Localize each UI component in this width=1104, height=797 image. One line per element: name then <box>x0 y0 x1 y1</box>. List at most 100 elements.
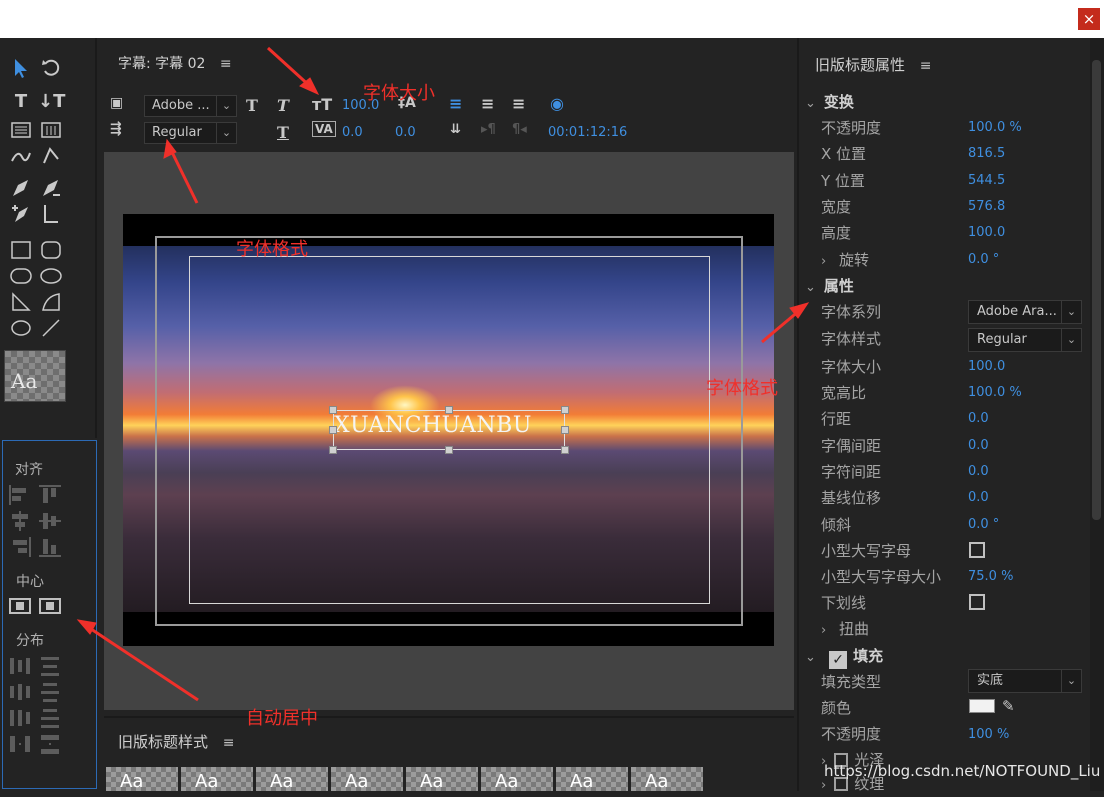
small-caps-checkbox[interactable] <box>969 542 985 558</box>
font-family-select[interactable]: Adobe Ara... ⌄ <box>968 300 1082 324</box>
vertical-path-type-tool-icon[interactable] <box>38 144 64 168</box>
transform-row-value[interactable]: 0.0 ° <box>968 252 999 267</box>
center-horizontally-icon[interactable] <box>9 596 31 616</box>
resize-handle[interactable] <box>445 406 453 414</box>
font-style-select[interactable]: Regular ⌄ <box>968 328 1082 352</box>
attribute-row-value[interactable]: 0.0 <box>968 464 989 479</box>
align-left-text-icon[interactable]: ≡ <box>449 94 462 113</box>
eyedropper-icon[interactable]: ✎ <box>1002 697 1015 715</box>
distribute-top-icon[interactable] <box>39 656 61 676</box>
align-top-icon[interactable] <box>39 485 61 505</box>
center-vertically-icon[interactable] <box>39 596 61 616</box>
rotation-row[interactable]: › 旋转 <box>821 249 869 270</box>
ellipse-tool-icon[interactable] <box>8 316 34 340</box>
clipped-corner-rectangle-tool-icon[interactable] <box>8 264 34 288</box>
timecode-value[interactable]: 00:01:12:16 <box>548 125 627 140</box>
style-thumbnail[interactable]: Aa <box>181 767 253 792</box>
resize-handle[interactable] <box>329 426 337 434</box>
distribute-horizontal-spacing-icon[interactable] <box>9 734 31 754</box>
style-thumbnail[interactable]: Aa <box>631 767 703 792</box>
resize-handle[interactable] <box>561 446 569 454</box>
add-anchor-tool-icon[interactable] <box>8 202 34 226</box>
align-center-text-icon[interactable]: ≡ <box>481 94 494 113</box>
close-button[interactable]: × <box>1078 8 1100 30</box>
resize-handle[interactable] <box>329 446 337 454</box>
tracking-value[interactable]: 0.0 <box>395 125 416 140</box>
align-bottom-icon[interactable] <box>39 537 61 557</box>
resize-handle[interactable] <box>329 406 337 414</box>
rectangle-tool-icon[interactable] <box>8 238 34 262</box>
underline-icon[interactable]: T <box>277 123 289 142</box>
transform-row-value[interactable]: 544.5 <box>968 173 1005 188</box>
panel-menu-icon[interactable]: ≡ <box>220 56 232 72</box>
align-left-icon[interactable] <box>9 485 31 505</box>
align-right-text-icon[interactable]: ≡ <box>512 94 525 113</box>
style-thumbnail[interactable]: Aa <box>106 767 178 792</box>
panel-menu-icon[interactable]: ≡ <box>223 735 235 751</box>
area-type-tool-icon[interactable] <box>8 118 34 142</box>
rounded-rectangle-tool-icon[interactable] <box>38 238 64 262</box>
tab-stops-icon[interactable]: ⇶ <box>110 121 122 137</box>
style-thumbnail[interactable]: Aa <box>256 767 328 792</box>
align-vertical-center-icon[interactable] <box>39 511 61 531</box>
fill-section[interactable]: ⌄ ✓ 填充 <box>805 645 883 669</box>
fill-opacity-value[interactable]: 100 % <box>968 727 1009 742</box>
align-right-icon[interactable] <box>9 537 31 557</box>
word-wrap-icon[interactable]: ⇊ <box>450 122 461 137</box>
fill-type-select[interactable]: 实底 ⌄ <box>968 669 1082 693</box>
attribute-row-value[interactable]: 0.0 <box>968 411 989 426</box>
transform-row-value[interactable]: 816.5 <box>968 146 1005 161</box>
type-tool-icon[interactable]: T <box>8 90 34 114</box>
panel-menu-icon[interactable]: ≡ <box>920 58 932 74</box>
transform-row-value[interactable]: 100.0 <box>968 225 1005 240</box>
show-background-video-icon[interactable]: ◉ <box>550 94 564 113</box>
attribute-row-value[interactable]: 100.0 <box>968 359 1005 374</box>
attributes-section[interactable]: ⌄ 属性 <box>805 275 854 296</box>
style-thumbnail[interactable]: Aa <box>331 767 403 792</box>
style-thumbnail[interactable]: Aa <box>406 767 478 792</box>
arc-tool-icon[interactable] <box>38 290 64 314</box>
rotate-tool-icon[interactable] <box>38 56 64 80</box>
transform-section[interactable]: ⌄ 变换 <box>805 91 854 112</box>
line-tool-icon[interactable] <box>38 316 64 340</box>
title-text[interactable]: XUANCHUANBU <box>334 413 566 438</box>
resize-handle[interactable] <box>445 446 453 454</box>
title-properties-icon[interactable]: ▣ <box>110 95 123 111</box>
align-horizontal-center-icon[interactable] <box>9 511 31 531</box>
delete-anchor-tool-icon[interactable] <box>38 176 64 200</box>
distribute-left-icon[interactable] <box>9 656 31 676</box>
convert-anchor-tool-icon[interactable] <box>38 202 64 226</box>
underline-checkbox[interactable] <box>969 594 985 610</box>
font-style-dropdown[interactable]: Regular ⌄ <box>144 122 237 144</box>
attribute-row-value[interactable]: 0.0 <box>968 490 989 505</box>
resize-handle[interactable] <box>561 426 569 434</box>
style-thumbnail[interactable]: Aa <box>481 767 553 792</box>
distribute-center-horizontal-icon[interactable] <box>9 682 31 702</box>
wedge-tool-icon[interactable] <box>8 290 34 314</box>
transform-row-value[interactable]: 576.8 <box>968 199 1005 214</box>
distribute-center-vertical-icon[interactable] <box>39 682 61 702</box>
attribute-row-value[interactable]: 0.0 <box>968 438 989 453</box>
distribute-vertical-spacing-icon[interactable] <box>39 734 61 754</box>
fill-color-swatch[interactable] <box>969 699 995 713</box>
attribute-row-value[interactable]: 100.0 % <box>968 385 1022 400</box>
vertical-type-tool-icon[interactable]: ↓T <box>38 90 65 114</box>
scrollbar-thumb[interactable] <box>1092 60 1101 520</box>
font-family-dropdown[interactable]: Adobe ... ⌄ <box>144 95 237 117</box>
bold-icon[interactable]: T <box>246 96 258 115</box>
attribute-row-value[interactable]: 0.0 ° <box>968 517 999 532</box>
small-caps-size-value[interactable]: 75.0 % <box>968 569 1013 584</box>
distort-row[interactable]: › 扭曲 <box>821 618 869 639</box>
path-type-tool-icon[interactable] <box>8 144 34 168</box>
distribute-right-icon[interactable] <box>9 708 31 728</box>
style-thumbnail[interactable]: Aa <box>556 767 628 792</box>
resize-handle[interactable] <box>561 406 569 414</box>
fill-checkbox[interactable]: ✓ <box>829 651 848 669</box>
vertical-area-type-tool-icon[interactable] <box>38 118 64 142</box>
distribute-bottom-icon[interactable] <box>39 708 61 728</box>
italic-icon[interactable]: T <box>277 96 289 115</box>
rounded-corner-rectangle-tool-icon[interactable] <box>38 264 64 288</box>
transform-row-value[interactable]: 100.0 % <box>968 120 1022 135</box>
pen-tool-icon[interactable] <box>8 176 34 200</box>
kerning-value[interactable]: 0.0 <box>342 125 363 140</box>
